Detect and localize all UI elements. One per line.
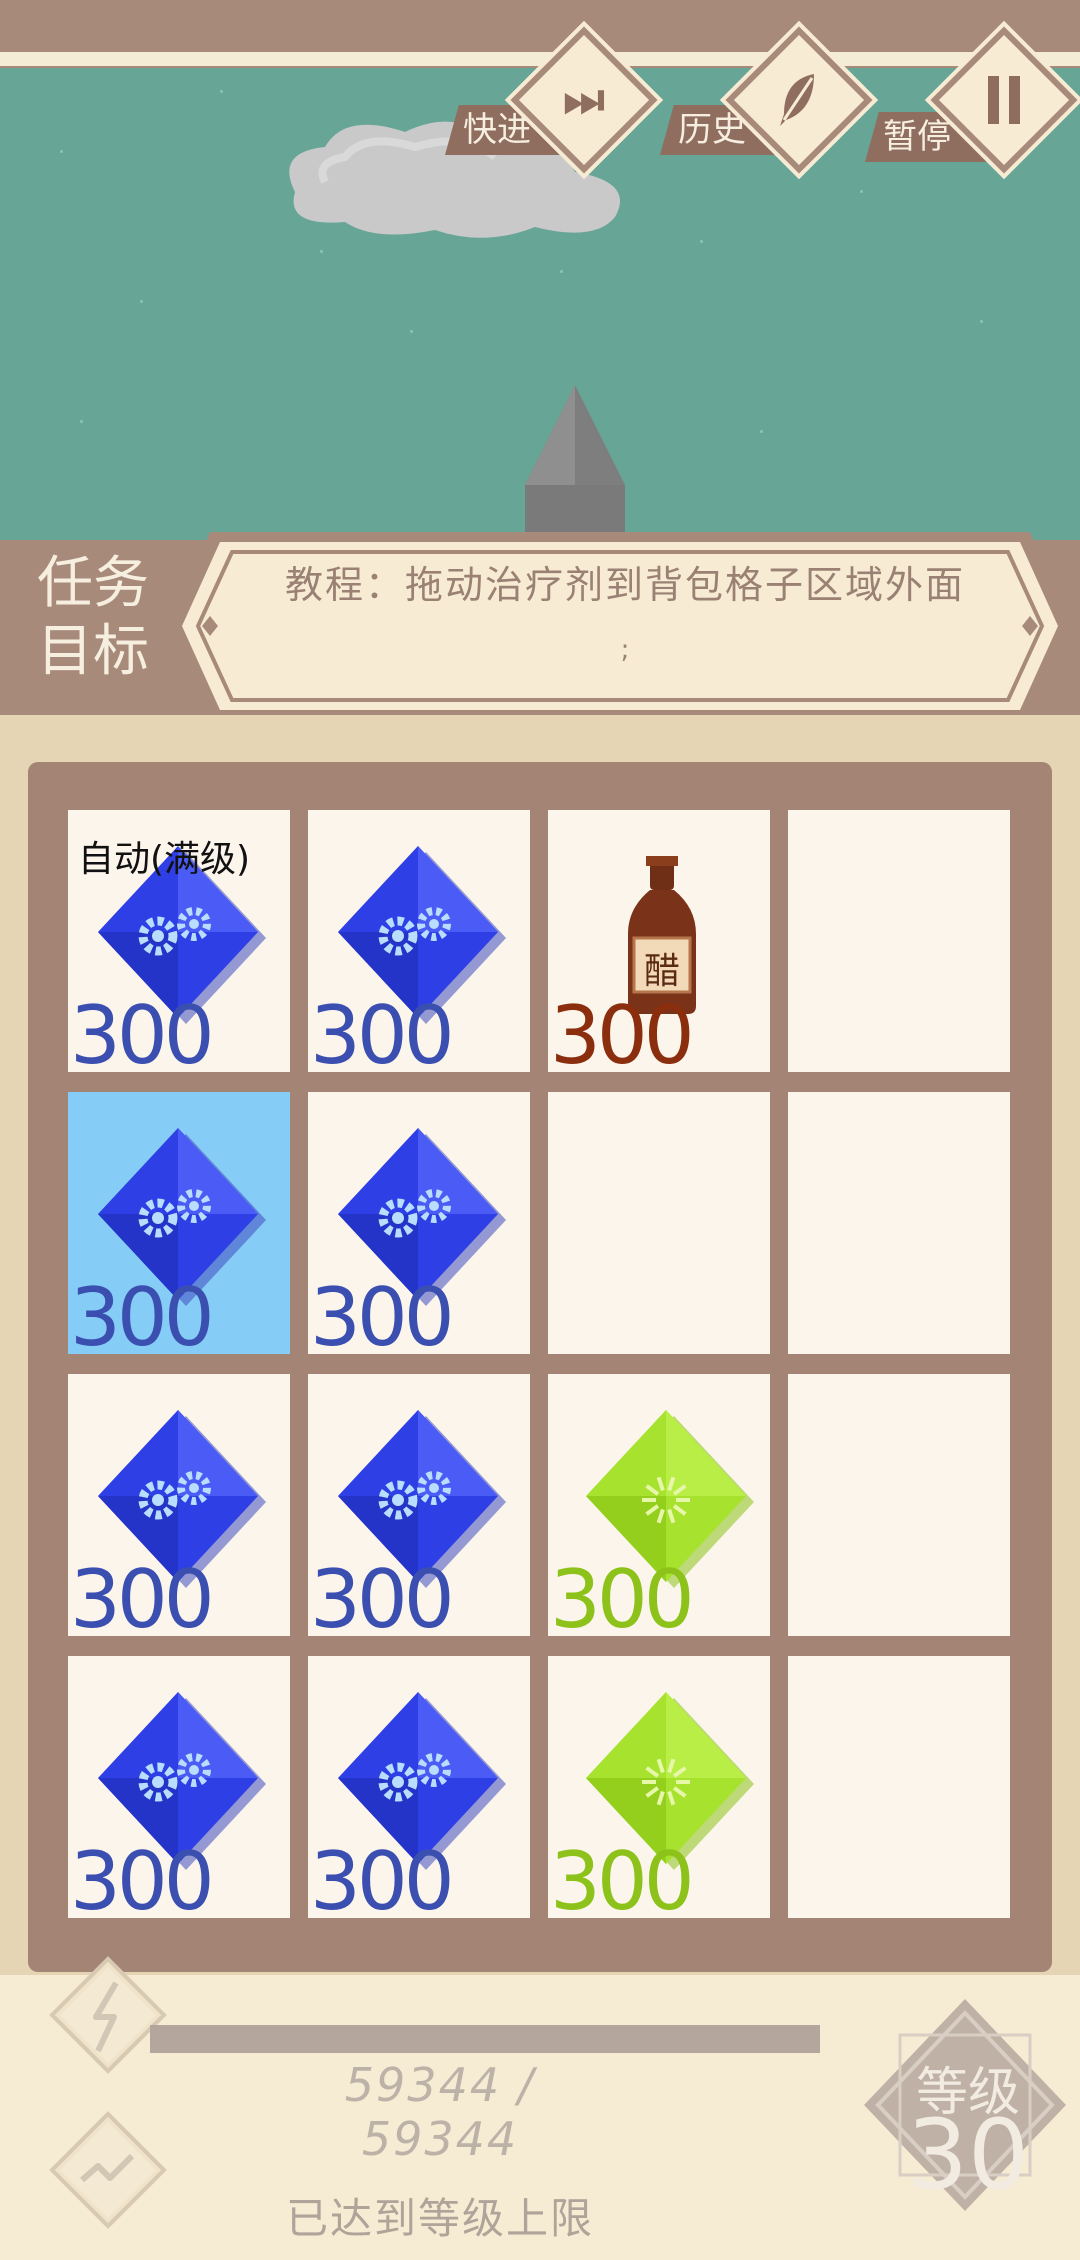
inventory-slot-2-1[interactable]: 300 bbox=[68, 1092, 290, 1364]
inventory-slot-1-4[interactable] bbox=[788, 810, 1010, 1072]
item-quantity: 300 bbox=[550, 1835, 695, 1928]
task-heading-line1: 任务 bbox=[37, 551, 149, 616]
max-level-notice: 已达到等级上限 bbox=[285, 2194, 594, 2243]
xp-text: 59344 / 59344 bbox=[344, 2058, 536, 2166]
inventory-slot-1-2[interactable]: 300 bbox=[308, 810, 530, 1082]
auto-max-tag: 自动(满级) bbox=[78, 839, 251, 880]
item-quantity: 300 bbox=[310, 1835, 455, 1928]
task-description: 教程：拖动治疗剂到背包格子区域外面 bbox=[284, 563, 965, 607]
inventory-slot-1-1[interactable]: 自动(满级) 300 bbox=[68, 810, 290, 1082]
task-heading-line2: 目标 bbox=[37, 619, 149, 684]
inventory-slot-2-4[interactable] bbox=[788, 1092, 1010, 1354]
inventory-slot-3-3[interactable]: 300 bbox=[548, 1374, 770, 1646]
inventory-slot-3-4[interactable] bbox=[788, 1374, 1010, 1636]
inventory-slot-4-4[interactable] bbox=[788, 1656, 1010, 1918]
xp-progress-bar bbox=[150, 2025, 820, 2053]
inventory-slot-1-3[interactable]: 醋 300 bbox=[548, 810, 770, 1082]
fast-forward-icon: ⏭ bbox=[563, 72, 605, 126]
feather-icon bbox=[753, 54, 845, 146]
item-quantity: 300 bbox=[550, 1553, 695, 1646]
pause-icon bbox=[958, 54, 1050, 146]
inventory-slot-3-2[interactable]: 300 bbox=[308, 1374, 530, 1646]
lightning-skill-icon[interactable] bbox=[48, 1955, 168, 2075]
item-quantity: 300 bbox=[310, 989, 455, 1082]
zigzag-skill-icon[interactable] bbox=[48, 2110, 168, 2230]
item-quantity: 300 bbox=[550, 989, 695, 1082]
task-scroll-frame bbox=[170, 532, 1070, 720]
inventory-slot-2-3[interactable] bbox=[548, 1092, 770, 1354]
task-heading: 任务 目标 bbox=[18, 550, 168, 686]
inventory-slot-4-1[interactable]: 300 bbox=[68, 1656, 290, 1928]
xp-progress-fill bbox=[150, 2025, 820, 2053]
item-quantity: 300 bbox=[70, 989, 215, 1082]
item-quantity: 300 bbox=[70, 1835, 215, 1928]
item-quantity: 300 bbox=[70, 1553, 215, 1646]
inventory-slot-2-2[interactable]: 300 bbox=[308, 1092, 530, 1364]
level-value: 30 bbox=[906, 2099, 1030, 2211]
inventory-slot-3-1[interactable]: 300 bbox=[68, 1374, 290, 1646]
inventory-slot-4-3[interactable]: 300 bbox=[548, 1656, 770, 1928]
bottle-label: 醋 bbox=[643, 951, 680, 992]
item-quantity: 300 bbox=[310, 1271, 455, 1364]
inventory-slot-4-2[interactable]: 300 bbox=[308, 1656, 530, 1928]
task-suffix: ; bbox=[620, 635, 630, 665]
item-quantity: 300 bbox=[70, 1271, 215, 1364]
item-quantity: 300 bbox=[310, 1553, 455, 1646]
